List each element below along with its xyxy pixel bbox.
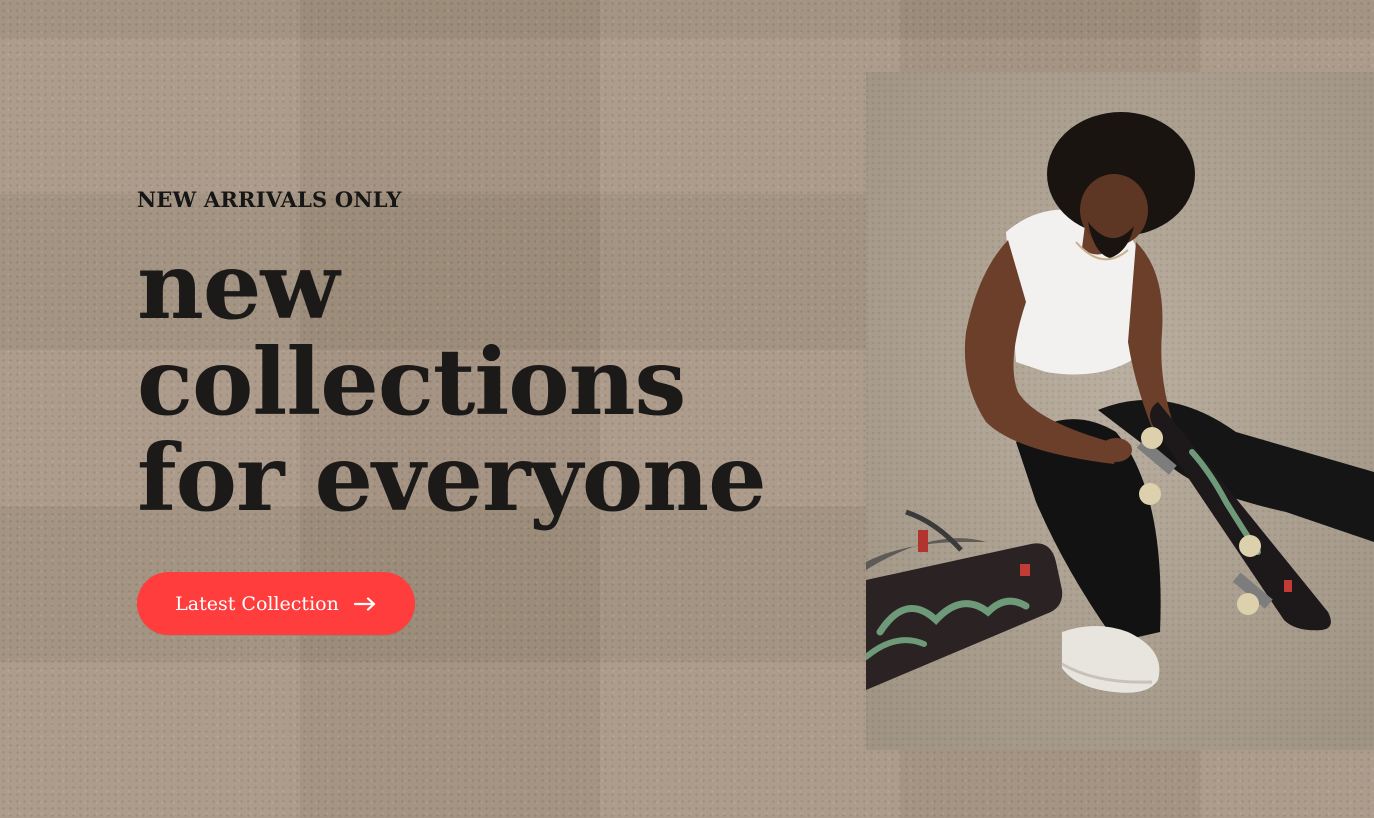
hero-section: NEW ARRIVALS ONLY new collections for ev… — [0, 0, 1374, 818]
skater-illustration — [866, 72, 1374, 750]
hero-copy: NEW ARRIVALS ONLY new collections for ev… — [137, 186, 777, 526]
hero-image — [866, 72, 1374, 750]
cta-label: Latest Collection — [175, 592, 339, 615]
headline-line-2: collections — [137, 328, 686, 436]
latest-collection-button[interactable]: Latest Collection — [137, 572, 415, 635]
headline-line-3: for everyone — [137, 424, 767, 532]
headline-line-1: new — [137, 232, 340, 340]
eyebrow-text: NEW ARRIVALS ONLY — [137, 187, 402, 212]
hero-headline: new collections for everyone — [137, 238, 777, 526]
arrow-right-icon — [353, 596, 377, 611]
